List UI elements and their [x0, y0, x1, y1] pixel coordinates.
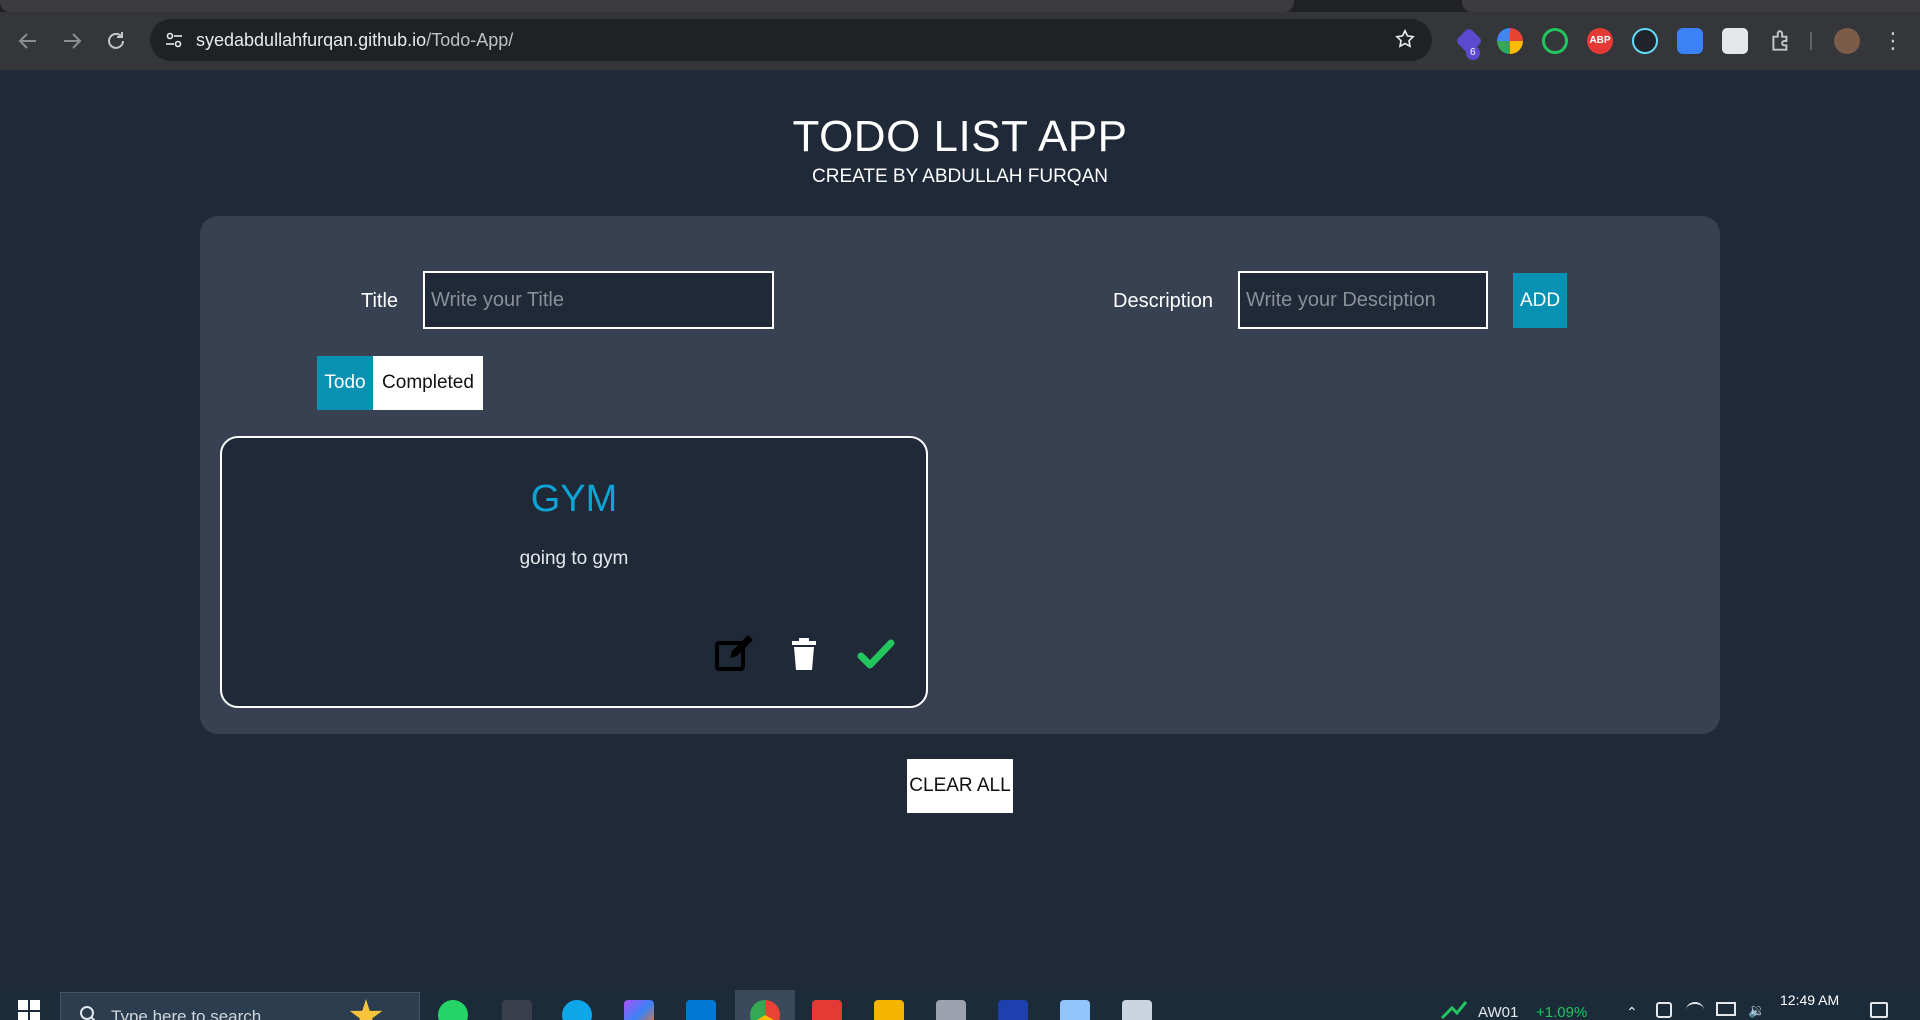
check-icon[interactable] [856, 634, 896, 674]
vscode-taskbar-icon[interactable] [686, 1000, 716, 1020]
toolbar-divider [1810, 32, 1812, 50]
profile-avatar[interactable] [1834, 28, 1860, 54]
add-button[interactable]: ADD [1513, 273, 1567, 328]
reload-icon[interactable] [104, 29, 128, 53]
adblock-plus-icon[interactable]: ABP [1587, 28, 1613, 54]
stock-ticker-name: AW01 [1478, 1004, 1519, 1020]
volume-icon[interactable]: 🔉 [1748, 1002, 1765, 1019]
react-devtools-icon[interactable] [1632, 28, 1658, 54]
file-explorer-taskbar-icon[interactable] [874, 1000, 904, 1020]
browser-tab[interactable] [0, 0, 1294, 12]
taskbar-search[interactable]: Type here to search [60, 992, 420, 1020]
wifi-icon[interactable] [1686, 1002, 1704, 1018]
clear-all-button[interactable]: CLEAR ALL [907, 759, 1013, 813]
extensions-puzzle-icon[interactable] [1768, 28, 1794, 54]
color-picker-extension-icon[interactable] [1497, 28, 1523, 54]
stock-trend-icon [1440, 998, 1468, 1020]
browser-menu-icon[interactable]: ⋮ [1880, 28, 1906, 54]
browser-tab-area [1462, 0, 1920, 12]
bookmark-star-icon[interactable] [1394, 28, 1416, 50]
taskbar-search-placeholder: Type here to search [111, 1007, 262, 1020]
target-extension-icon[interactable] [1542, 28, 1568, 54]
tray-device-icon[interactable] [1656, 1002, 1672, 1018]
app-subtitle: CREATE BY ABDULLAH FURQAN [812, 166, 1108, 187]
title-input[interactable] [423, 271, 774, 329]
tab-manager-extension-icon[interactable] [1722, 28, 1748, 54]
title-label: Title [361, 290, 399, 312]
notifications-icon[interactable] [1870, 1002, 1888, 1018]
tab-todo[interactable]: Todo [317, 356, 373, 410]
forward-icon[interactable] [60, 29, 84, 53]
stock-ticker-change: +1.09% [1536, 1004, 1588, 1020]
todo-description: going to gym [519, 548, 629, 569]
description-label: Description [1113, 290, 1214, 312]
app-title: TODO LIST APP [792, 112, 1128, 161]
keyboard-taskbar-icon[interactable] [1060, 1000, 1090, 1020]
trash-icon[interactable] [784, 634, 824, 674]
browser-tab-strip [0, 0, 1920, 12]
todo-title: GYM [530, 478, 618, 520]
pen-taskbar-icon[interactable] [1122, 1000, 1152, 1020]
browser-toolbar: syedabdullahfurqan.github.io/Todo-App/ 6… [0, 12, 1920, 70]
url-host: syedabdullahfurqan.github.io [196, 30, 427, 50]
docs-taskbar-icon[interactable] [998, 1000, 1028, 1020]
site-info-icon[interactable] [164, 30, 184, 50]
url-path: /Todo-App/ [426, 30, 514, 50]
battery-icon[interactable] [1716, 1002, 1736, 1016]
star-decoration-icon [349, 999, 383, 1020]
description-input[interactable] [1238, 271, 1488, 329]
search-icon [80, 1006, 96, 1020]
back-icon[interactable] [16, 29, 40, 53]
screen-capture-extension-icon[interactable] [1677, 28, 1703, 54]
url-text: syedabdullahfurqan.github.io/Todo-App/ [196, 30, 513, 51]
anydesk-taskbar-icon[interactable] [812, 1000, 842, 1020]
clapper-taskbar-icon[interactable] [502, 1000, 532, 1020]
tab-completed[interactable]: Completed [373, 356, 483, 410]
photos-taskbar-icon[interactable] [936, 1000, 966, 1020]
windows-taskbar: Type here to search AW01 +1.09% ⌃ 🔉 12:4… [0, 990, 1920, 1020]
copilot-taskbar-icon[interactable] [624, 1000, 654, 1020]
tray-chevron-up-icon[interactable]: ⌃ [1626, 1004, 1638, 1020]
todo-card: GYM going to gym [220, 436, 928, 708]
extension-badge: 6 [1466, 46, 1480, 60]
taskbar-clock[interactable]: 12:49 AM [1780, 992, 1839, 1008]
edge-taskbar-icon[interactable] [562, 1000, 592, 1020]
edit-icon[interactable] [714, 634, 754, 674]
address-bar[interactable]: syedabdullahfurqan.github.io/Todo-App/ [150, 19, 1432, 61]
whatsapp-taskbar-icon[interactable] [438, 1000, 468, 1020]
windows-start-icon[interactable] [18, 1000, 40, 1020]
